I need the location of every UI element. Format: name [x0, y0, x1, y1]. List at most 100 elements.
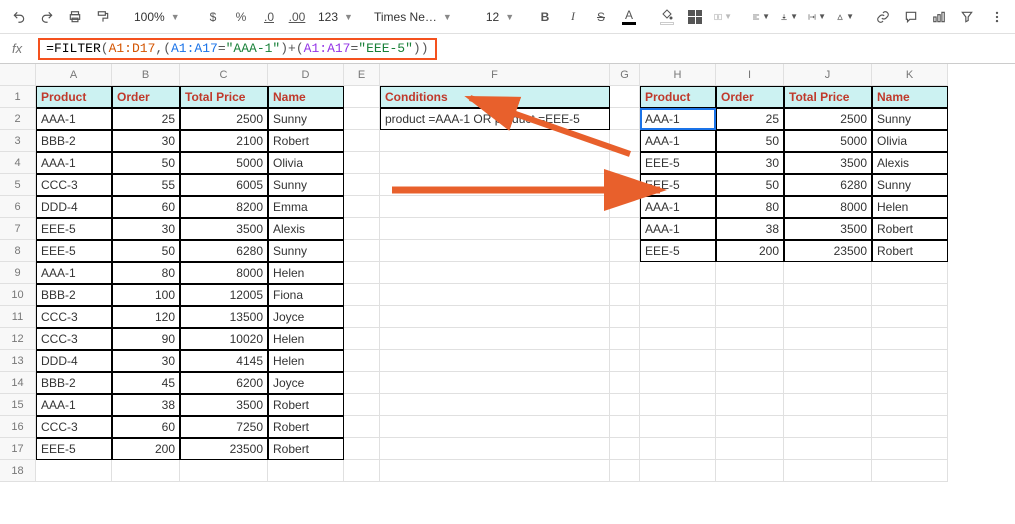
cell[interactable]: [610, 460, 640, 482]
cell[interactable]: 8000: [180, 262, 268, 284]
cell[interactable]: [872, 460, 948, 482]
cell[interactable]: Total Price: [784, 86, 872, 108]
cell[interactable]: [784, 372, 872, 394]
row-header[interactable]: 10: [0, 284, 36, 306]
column-header[interactable]: A: [36, 64, 112, 86]
row-header[interactable]: 6: [0, 196, 36, 218]
merge-cells-button[interactable]: ▼: [710, 4, 736, 30]
cell[interactable]: Robert: [872, 218, 948, 240]
column-header[interactable]: C: [180, 64, 268, 86]
column-header[interactable]: J: [784, 64, 872, 86]
cell[interactable]: [872, 372, 948, 394]
cell[interactable]: Robert: [268, 130, 344, 152]
cell[interactable]: [344, 328, 380, 350]
cell[interactable]: Name: [268, 86, 344, 108]
cell[interactable]: CCC-3: [36, 416, 112, 438]
cell[interactable]: 45: [112, 372, 180, 394]
cell[interactable]: BBB-2: [36, 130, 112, 152]
cell[interactable]: EEE-5: [36, 218, 112, 240]
cell[interactable]: 50: [716, 174, 784, 196]
row-header[interactable]: 18: [0, 460, 36, 482]
cell[interactable]: EEE-5: [640, 152, 716, 174]
cell[interactable]: [36, 460, 112, 482]
row-header[interactable]: 2: [0, 108, 36, 130]
cell[interactable]: Sunny: [872, 108, 948, 130]
cell[interactable]: [344, 262, 380, 284]
cell[interactable]: [344, 240, 380, 262]
borders-button[interactable]: [682, 4, 708, 30]
row-header[interactable]: 17: [0, 438, 36, 460]
cell[interactable]: 2100: [180, 130, 268, 152]
strikethrough-button[interactable]: S: [588, 4, 614, 30]
cell[interactable]: AAA-1: [640, 130, 716, 152]
cell[interactable]: EEE-5: [640, 240, 716, 262]
column-header[interactable]: E: [344, 64, 380, 86]
increase-decimal-button[interactable]: .00: [284, 4, 310, 30]
cell[interactable]: [784, 350, 872, 372]
insert-chart-button[interactable]: [926, 4, 952, 30]
cell[interactable]: [380, 350, 610, 372]
cell[interactable]: 4145: [180, 350, 268, 372]
cell[interactable]: Emma: [268, 196, 344, 218]
cell[interactable]: Robert: [268, 416, 344, 438]
cell[interactable]: [268, 460, 344, 482]
column-header[interactable]: B: [112, 64, 180, 86]
cell[interactable]: [640, 350, 716, 372]
cell[interactable]: [344, 284, 380, 306]
cell[interactable]: [380, 328, 610, 350]
cell[interactable]: [784, 262, 872, 284]
cell[interactable]: [180, 460, 268, 482]
cell[interactable]: DDD-4: [36, 350, 112, 372]
cell[interactable]: [872, 262, 948, 284]
cell[interactable]: 38: [112, 394, 180, 416]
cell[interactable]: 8200: [180, 196, 268, 218]
cell[interactable]: Joyce: [268, 306, 344, 328]
cell[interactable]: [872, 306, 948, 328]
cell[interactable]: [784, 438, 872, 460]
cell[interactable]: AAA-1: [36, 394, 112, 416]
cell[interactable]: [872, 394, 948, 416]
fill-color-button[interactable]: [654, 4, 680, 30]
cell[interactable]: Product: [640, 86, 716, 108]
cell[interactable]: 80: [716, 196, 784, 218]
row-header[interactable]: 7: [0, 218, 36, 240]
cell[interactable]: [640, 262, 716, 284]
cell[interactable]: 6200: [180, 372, 268, 394]
cell[interactable]: [872, 350, 948, 372]
cell[interactable]: AAA-1: [36, 262, 112, 284]
cell[interactable]: 3500: [180, 218, 268, 240]
cell[interactable]: [640, 372, 716, 394]
cell[interactable]: [344, 438, 380, 460]
cell[interactable]: [872, 284, 948, 306]
cell[interactable]: Sunny: [872, 174, 948, 196]
cell[interactable]: [380, 372, 610, 394]
cell[interactable]: [610, 394, 640, 416]
cell[interactable]: 25: [112, 108, 180, 130]
cell[interactable]: [784, 284, 872, 306]
insert-link-button[interactable]: [870, 4, 896, 30]
cell[interactable]: 6005: [180, 174, 268, 196]
row-header[interactable]: 4: [0, 152, 36, 174]
vertical-align-button[interactable]: ▼: [776, 4, 802, 30]
row-header[interactable]: 14: [0, 372, 36, 394]
cell[interactable]: [344, 460, 380, 482]
cell[interactable]: [610, 438, 640, 460]
cell[interactable]: Total Price: [180, 86, 268, 108]
horizontal-align-button[interactable]: ▼: [748, 4, 774, 30]
cell[interactable]: Fiona: [268, 284, 344, 306]
formula-input[interactable]: =FILTER(A1:D17,(A1:A17="AAA-1")+(A1:A17=…: [38, 38, 436, 60]
cell[interactable]: [380, 394, 610, 416]
row-header[interactable]: 8: [0, 240, 36, 262]
cell[interactable]: BBB-2: [36, 284, 112, 306]
cell[interactable]: [872, 328, 948, 350]
cell[interactable]: DDD-4: [36, 196, 112, 218]
row-header[interactable]: 16: [0, 416, 36, 438]
cell[interactable]: 3500: [180, 394, 268, 416]
bold-button[interactable]: B: [532, 4, 558, 30]
cell[interactable]: [784, 460, 872, 482]
cell[interactable]: 50: [112, 152, 180, 174]
cell[interactable]: [640, 438, 716, 460]
cell[interactable]: [640, 460, 716, 482]
cell[interactable]: 10020: [180, 328, 268, 350]
cell[interactable]: Order: [112, 86, 180, 108]
